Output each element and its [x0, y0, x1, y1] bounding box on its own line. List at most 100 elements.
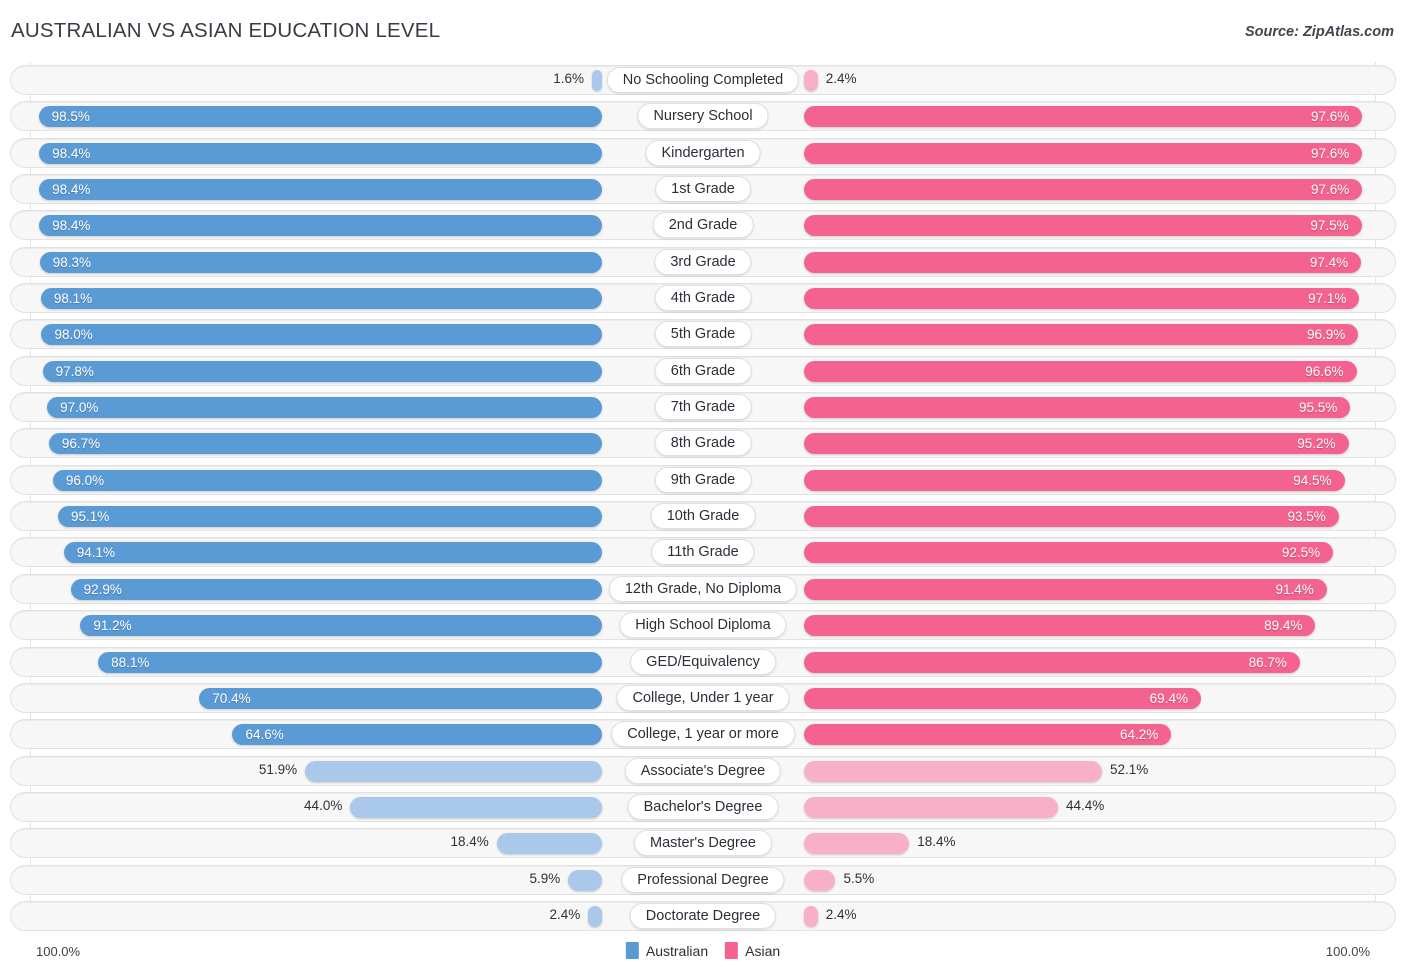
bar-asian: 92.5% [804, 542, 1334, 564]
category-label: 6th Grade [654, 357, 752, 384]
bar-asian: 96.9% [804, 324, 1359, 346]
chart-row: 98.0% 96.9% 5th Grade [0, 316, 1406, 352]
bar-value-asian: 95.5% [1298, 400, 1338, 416]
bar-value-australian: 1.6% [553, 71, 584, 86]
bar-australian [496, 833, 602, 855]
chart-row: 1.6% 2.4% No Schooling Completed [0, 62, 1406, 98]
bar-value-australian: 51.9% [258, 761, 298, 777]
bar-value-asian: 94.5% [1293, 472, 1332, 488]
legend-swatch-icon [725, 942, 739, 959]
bar-australian: 97.8% [42, 360, 602, 382]
category-label: Master's Degree [634, 830, 772, 857]
bar-value-australian: 18.4% [450, 834, 489, 850]
bar-australian: 98.5% [38, 106, 602, 128]
bar-asian: 97.6% [804, 179, 1363, 201]
bar-australian [568, 869, 602, 891]
bar-value-asian: 92.5% [1281, 545, 1321, 561]
bar-australian: 96.0% [52, 469, 602, 491]
bar-value-australian: 70.4% [212, 690, 251, 706]
chart-row: 91.2% 89.4% High School Diploma [0, 607, 1406, 643]
bar-value-australian: 64.6% [245, 727, 284, 743]
category-label: 10th Grade [650, 503, 756, 530]
bar-australian: 64.6% [232, 724, 602, 746]
bar-value-asian: 2.4% [825, 906, 857, 922]
category-label: College, 1 year or more [611, 721, 795, 748]
axis-max-right: 100.0% [1325, 944, 1370, 959]
category-label: 2nd Grade [652, 212, 754, 239]
bar-asian: 86.7% [804, 651, 1300, 673]
bar-asian: 96.6% [804, 360, 1357, 382]
bar-asian: 93.5% [804, 506, 1339, 528]
chart-row: 88.1% 86.7% GED/Equivalency [0, 644, 1406, 680]
bar-value-australian: 88.1% [111, 654, 150, 670]
legend-item: Australian [625, 942, 708, 959]
category-label: Professional Degree [621, 866, 785, 893]
bar-value-asian: 97.6% [1310, 109, 1350, 125]
bar-value-australian: 98.5% [51, 109, 90, 125]
bar-value-australian: 97.0% [60, 400, 99, 416]
bar-australian: 97.0% [47, 397, 602, 419]
bar-asian: 94.5% [804, 469, 1345, 491]
bar-asian: 95.2% [804, 433, 1349, 455]
chart-row: 51.9% 52.1% Associate's Degree [0, 753, 1406, 789]
bar-asian [804, 70, 818, 91]
bar-value-asian: 89.4% [1264, 618, 1303, 634]
legend-item: Asian [725, 942, 780, 959]
bar-value-australian: 98.4% [52, 145, 91, 161]
bar-value-asian: 97.4% [1309, 254, 1349, 270]
chart-row: 96.0% 94.5% 9th Grade [0, 462, 1406, 498]
category-label: 3rd Grade [654, 248, 752, 275]
category-label: 12th Grade, No Diploma [608, 575, 798, 602]
bar-value-australian: 98.0% [54, 327, 93, 343]
chart-row: 97.0% 95.5% 7th Grade [0, 389, 1406, 425]
chart-row: 98.5% 97.6% Nursery School [0, 98, 1406, 134]
chart-area: 1.6% 2.4% No Schooling Completed 98.5% 97.6%… [0, 62, 1406, 936]
bar-value-asian: 91.4% [1275, 581, 1314, 597]
bar-value-asian: 97.5% [1310, 218, 1349, 234]
category-label: Kindergarten [645, 139, 761, 166]
bar-value-australian: 2.4% [549, 906, 581, 922]
chart-row: 96.7% 95.2% 8th Grade [0, 425, 1406, 461]
bar-asian: 97.4% [804, 251, 1362, 273]
category-label: 11th Grade [651, 539, 755, 566]
bar-asian: 89.4% [804, 615, 1316, 637]
bar-value-asian: 93.5% [1287, 509, 1326, 525]
category-label: College, Under 1 year [616, 684, 790, 711]
bar-asian [804, 796, 1058, 818]
category-label: 4th Grade [654, 285, 752, 312]
bar-value-asian: 96.6% [1305, 363, 1344, 379]
chart-rows: 1.6% 2.4% No Schooling Completed 98.5% 97.6%… [0, 62, 1406, 934]
chart-row: 70.4% 69.4% College, Under 1 year [0, 680, 1406, 716]
chart-page: AUSTRALIAN VS ASIAN EDUCATION LEVEL Sour… [0, 0, 1406, 975]
category-label: High School Diploma [619, 612, 787, 639]
category-label: Doctorate Degree [629, 902, 777, 929]
bar-australian: 98.4% [39, 142, 602, 164]
chart-row: 98.4% 97.6% 1st Grade [0, 171, 1406, 207]
chart-row: 92.9% 91.4% 12th Grade, No Diploma [0, 571, 1406, 607]
bar-australian: 98.4% [39, 215, 602, 237]
bar-australian: 70.4% [199, 687, 602, 709]
category-label: 9th Grade [654, 466, 752, 493]
bar-value-asian: 86.7% [1248, 654, 1287, 670]
chart-legend: Australian Asian [625, 942, 780, 959]
chart-row: 44.0% 44.4% Bachelor's Degree [0, 789, 1406, 825]
bar-value-australian: 98.1% [53, 291, 93, 307]
bar-value-australian: 94.1% [76, 545, 116, 561]
bar-value-australian: 98.4% [52, 182, 91, 198]
bar-australian: 98.0% [41, 324, 602, 346]
category-label: No Schooling Completed [606, 67, 800, 93]
bar-asian: 97.1% [804, 288, 1360, 310]
bar-value-asian: 52.1% [1110, 761, 1149, 777]
category-label: Nursery School [637, 103, 769, 130]
bar-value-australian: 96.7% [61, 436, 101, 452]
chart-row: 98.1% 97.1% 4th Grade [0, 280, 1406, 316]
bar-value-asian: 64.2% [1119, 727, 1159, 743]
chart-row: 94.1% 92.5% 11th Grade [0, 534, 1406, 570]
chart-row: 18.4% 18.4% Master's Degree [0, 825, 1406, 861]
bar-australian [305, 760, 602, 782]
chart-row: 97.8% 96.6% 6th Grade [0, 353, 1406, 389]
category-label: 8th Grade [654, 430, 752, 457]
bar-australian: 91.2% [80, 615, 602, 637]
category-label: Associate's Degree [624, 757, 782, 784]
bar-value-australian: 96.0% [65, 472, 105, 488]
